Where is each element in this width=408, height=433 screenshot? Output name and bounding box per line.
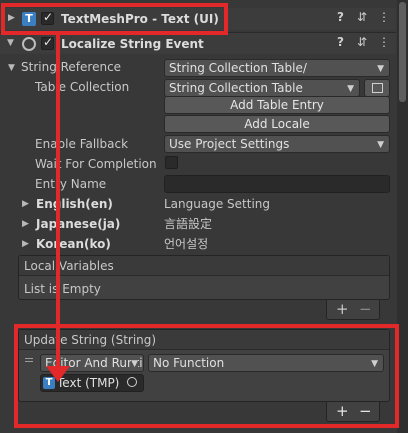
locale-foldout-icon[interactable]: ▶ [22,199,29,209]
scrollbar-thumb[interactable] [399,2,406,102]
string-reference-value: String Collection Table/ [169,61,307,75]
locale-foldout-icon[interactable]: ▶ [22,219,29,229]
table-collection-value: String Collection Table [169,81,303,95]
tmp-enabled-checkbox[interactable] [41,10,54,25]
local-variables-empty-text: List is Empty [24,282,101,296]
chevron-down-icon: ▼ [371,359,378,369]
inspector-scrollbar[interactable] [397,0,408,433]
open-table-button[interactable] [364,79,390,97]
function-dropdown[interactable]: No Function ▼ [148,354,384,372]
locale-value-ko[interactable]: 언어설정 [164,235,208,253]
string-reference-label: String Reference [21,60,122,74]
local-variables-panel: Local Variables List is Empty [18,255,390,300]
entry-name-label: Entry Name [35,177,107,191]
chevron-down-icon: ▼ [377,140,384,150]
help-icon[interactable]: ? [337,10,344,24]
tmp-component-title: TextMeshPro - Text (UI) [61,12,219,26]
update-string-title: Update String (String) [24,333,157,347]
remove-listener-button[interactable]: − [359,402,372,420]
locale-value-ja[interactable]: 言語設定 [164,215,212,233]
localize-component-icon [22,37,36,51]
annotation-arrow-head-icon [46,366,70,382]
localize-component-header[interactable]: ▼ Localize String Event ? ⇵ ⋮ [0,32,396,54]
drag-handle-icon[interactable] [25,358,33,362]
remove-variable-button[interactable]: − [359,300,372,318]
locale-value-en[interactable]: Language Setting [164,195,270,213]
foldout-arrow-icon[interactable]: ▶ [8,13,15,23]
add-variable-button[interactable]: + [336,300,349,318]
chevron-down-icon: ▼ [347,84,354,94]
add-table-entry-button[interactable]: Add Table Entry [164,96,390,114]
help-icon[interactable]: ? [337,35,344,49]
string-reference-dropdown[interactable]: String Collection Table/ ▼ [164,59,390,77]
update-string-header: Update String (String) [19,330,389,350]
locale-label-en: English(en) [36,197,113,211]
foldout-arrow-down-icon[interactable]: ▼ [7,38,14,48]
chevron-down-icon: ▼ [131,356,138,371]
wait-for-completion-label: Wait For Completion [35,157,157,171]
entry-name-input[interactable] [164,175,390,193]
object-picker-icon[interactable] [127,377,137,387]
table-collection-dropdown[interactable]: String Collection Table ▼ [164,79,360,97]
chevron-down-icon: ▼ [377,64,384,74]
table-collection-label: Table Collection [35,80,130,94]
wait-for-completion-checkbox[interactable] [165,156,178,169]
tmp-component-header[interactable]: ▶ T TextMeshPro - Text (UI) ? ⇵ ⋮ [0,8,396,30]
localize-enabled-checkbox[interactable] [41,35,54,50]
enable-fallback-dropdown[interactable]: Use Project Settings ▼ [164,135,390,153]
context-menu-icon[interactable]: ⋮ [378,10,390,24]
function-value: No Function [153,356,225,370]
textmeshpro-icon: T [22,12,36,26]
locale-foldout-icon[interactable]: ▶ [22,239,29,249]
locale-label-ko: Korean(ko) [36,237,111,251]
string-reference-foldout-icon[interactable]: ▼ [8,63,15,73]
update-string-footer: + − [326,402,380,422]
enable-fallback-label: Enable Fallback [35,137,129,151]
context-menu-icon[interactable]: ⋮ [378,35,390,49]
presets-icon[interactable]: ⇵ [357,35,367,49]
locale-label-ja: Japanese(ja) [36,217,121,231]
local-variables-header: Local Variables [19,256,389,276]
presets-icon[interactable]: ⇵ [357,10,367,24]
local-variables-title: Local Variables [24,259,114,273]
table-grid-icon [372,83,383,93]
local-variables-footer: + − [326,300,380,320]
add-listener-button[interactable]: + [336,402,349,420]
add-locale-button[interactable]: Add Locale [164,115,390,133]
localize-component-title: Localize String Event [61,37,204,51]
enable-fallback-value: Use Project Settings [169,137,290,151]
